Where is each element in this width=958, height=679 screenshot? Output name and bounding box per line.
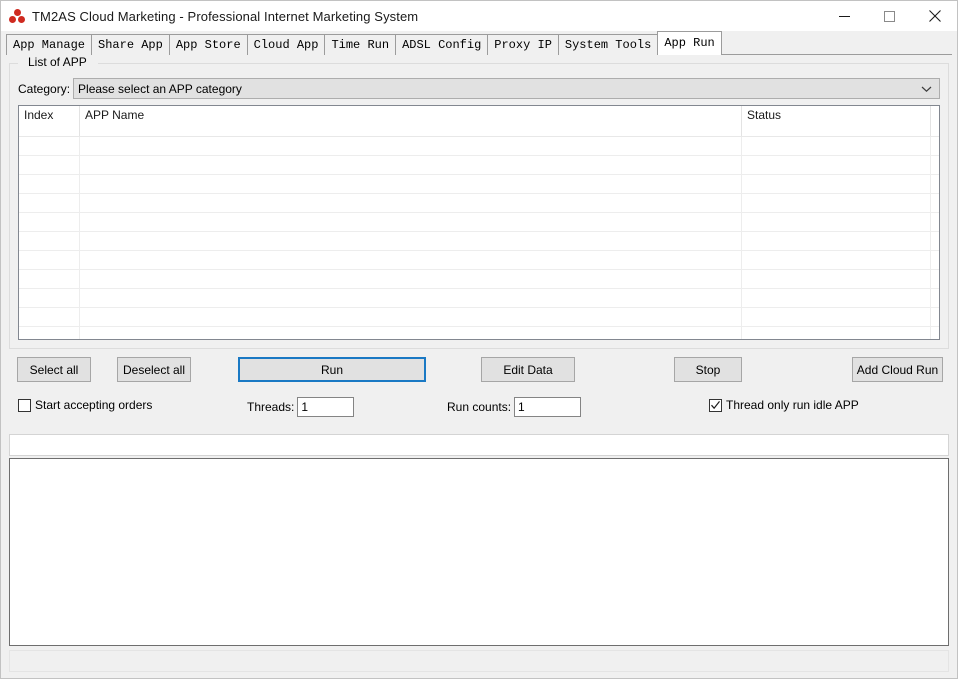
start-accepting-orders-checkbox[interactable]: Start accepting orders bbox=[18, 398, 152, 412]
tab-cloud-app[interactable]: Cloud App bbox=[247, 34, 326, 55]
checkbox-unchecked-icon bbox=[18, 399, 31, 412]
table-row[interactable] bbox=[19, 289, 939, 308]
close-icon[interactable] bbox=[912, 1, 957, 31]
column-header-appname[interactable]: APP Name bbox=[80, 106, 742, 136]
table-row[interactable] bbox=[19, 327, 939, 340]
run-counts-input[interactable] bbox=[514, 397, 581, 417]
start-accepting-orders-label: Start accepting orders bbox=[35, 398, 152, 412]
category-row: Category: Please select an APP category bbox=[18, 63, 940, 99]
app-list-header: Index APP Name Status bbox=[19, 106, 939, 132]
app-list-body[interactable] bbox=[19, 137, 939, 339]
run-button[interactable]: Run bbox=[238, 357, 426, 382]
tab-strip: App Manage Share App App Store Cloud App… bbox=[1, 31, 957, 55]
table-row[interactable] bbox=[19, 251, 939, 270]
title-bar: TM2AS Cloud Marketing - Professional Int… bbox=[1, 1, 957, 31]
group-label: List of APP bbox=[24, 55, 91, 69]
window-title: TM2AS Cloud Marketing - Professional Int… bbox=[32, 9, 418, 24]
thread-only-run-idle-app-label: Thread only run idle APP bbox=[726, 398, 859, 412]
category-select-value: Please select an APP category bbox=[78, 82, 242, 96]
run-counts-field: Run counts: bbox=[447, 397, 581, 417]
add-cloud-run-button[interactable]: Add Cloud Run bbox=[852, 357, 943, 382]
tab-page-app-run: List of APP Category: Please select an A… bbox=[1, 55, 957, 678]
tab-share-app[interactable]: Share App bbox=[91, 34, 170, 55]
stop-button[interactable]: Stop bbox=[674, 357, 742, 382]
tab-adsl-config[interactable]: ADSL Config bbox=[395, 34, 488, 55]
table-row[interactable] bbox=[19, 175, 939, 194]
app-list[interactable]: Index APP Name Status bbox=[18, 105, 940, 340]
threads-input[interactable] bbox=[297, 397, 354, 417]
list-of-app-group: List of APP Category: Please select an A… bbox=[9, 63, 949, 349]
minimize-icon[interactable] bbox=[822, 1, 867, 31]
table-row[interactable] bbox=[19, 270, 939, 289]
category-select[interactable]: Please select an APP category bbox=[73, 78, 940, 99]
table-row[interactable] bbox=[19, 213, 939, 232]
column-header-status[interactable]: Status bbox=[742, 106, 931, 136]
category-label: Category: bbox=[18, 82, 70, 96]
deselect-all-button[interactable]: Deselect all bbox=[117, 357, 191, 382]
application-window: TM2AS Cloud Marketing - Professional Int… bbox=[0, 0, 958, 679]
window-controls bbox=[822, 1, 957, 31]
table-row[interactable] bbox=[19, 308, 939, 327]
tab-app-run[interactable]: App Run bbox=[657, 31, 721, 55]
threads-label: Threads: bbox=[247, 400, 294, 414]
table-row[interactable] bbox=[19, 156, 939, 175]
table-row[interactable] bbox=[19, 137, 939, 156]
action-button-row: Select all Deselect all Run Edit Data St… bbox=[9, 349, 949, 385]
edit-data-button[interactable]: Edit Data bbox=[481, 357, 575, 382]
tab-app-manage[interactable]: App Manage bbox=[6, 34, 92, 55]
tab-time-run[interactable]: Time Run bbox=[324, 34, 396, 55]
options-row: Start accepting orders Threads: Run coun… bbox=[9, 385, 949, 424]
chevron-down-icon bbox=[920, 83, 932, 95]
tab-proxy-ip[interactable]: Proxy IP bbox=[487, 34, 559, 55]
maximize-icon[interactable] bbox=[867, 1, 912, 31]
tab-system-tools[interactable]: System Tools bbox=[558, 34, 658, 55]
tab-app-store[interactable]: App Store bbox=[169, 34, 248, 55]
column-header-extra[interactable] bbox=[931, 106, 939, 136]
run-counts-label: Run counts: bbox=[447, 400, 511, 414]
app-dots-icon bbox=[9, 8, 25, 24]
status-bar bbox=[9, 650, 949, 672]
table-row[interactable] bbox=[19, 194, 939, 213]
threads-field: Threads: bbox=[247, 397, 354, 417]
select-all-button[interactable]: Select all bbox=[17, 357, 91, 382]
checkbox-checked-icon bbox=[709, 399, 722, 412]
column-header-index[interactable]: Index bbox=[19, 106, 80, 136]
table-row[interactable] bbox=[19, 232, 939, 251]
log-output-area[interactable] bbox=[9, 458, 949, 646]
status-output-field[interactable] bbox=[9, 434, 949, 456]
thread-only-run-idle-app-checkbox[interactable]: Thread only run idle APP bbox=[709, 398, 859, 412]
